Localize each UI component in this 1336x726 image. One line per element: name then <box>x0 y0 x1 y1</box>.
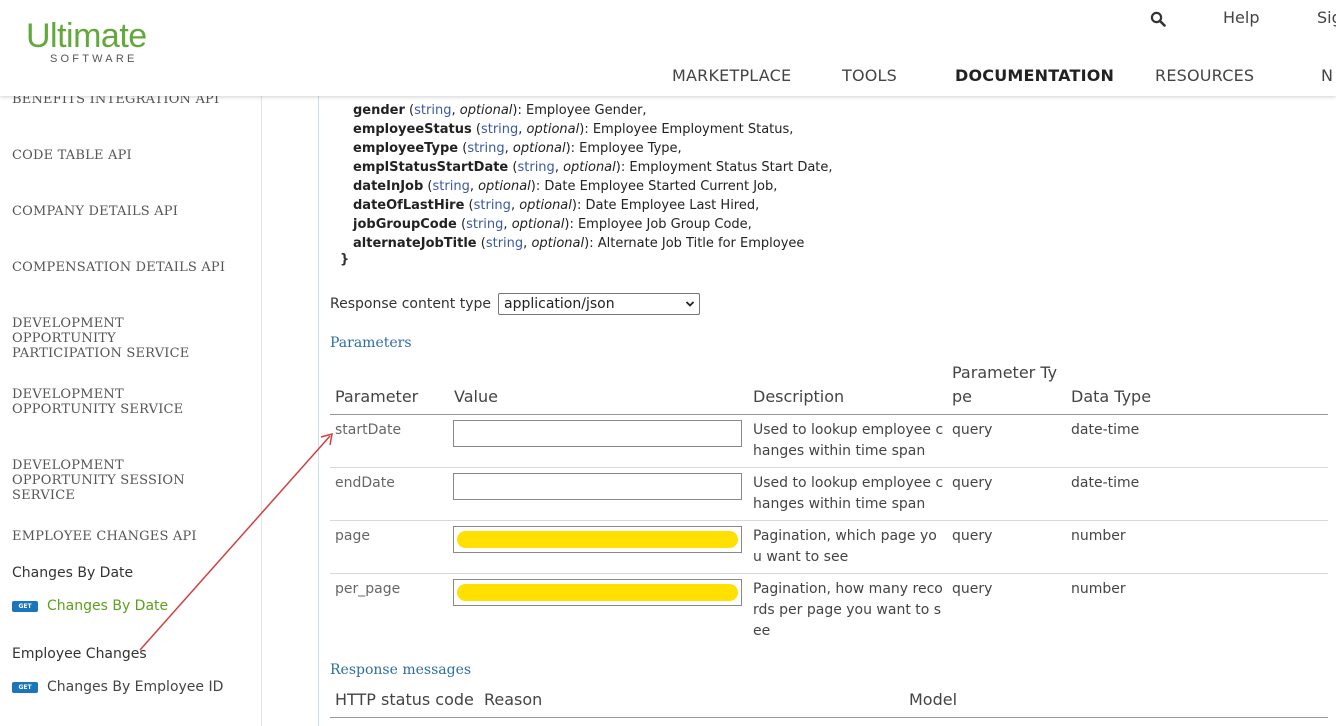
sidebar-subgroup-changes-by-date[interactable]: Changes By Date <box>12 565 133 581</box>
get-method-badge: GET <box>12 600 38 612</box>
model-field: dateOfLastHire (string, optional): Date … <box>353 198 760 213</box>
nav-tools[interactable]: TOOLS <box>842 66 897 85</box>
startdate-input[interactable] <box>453 420 742 447</box>
logo-subtitle: SOFTWARE <box>50 53 138 65</box>
param-type: query <box>952 475 993 491</box>
param-desc: Pagination, how many records per page yo… <box>753 581 943 639</box>
param-type: query <box>952 581 993 597</box>
model-closing-brace: } <box>340 252 350 267</box>
param-data-type: number <box>1071 528 1126 544</box>
model-field: employeeStatus (string, optional): Emplo… <box>353 122 794 137</box>
model-field: dateInJob (string, optional): Date Emplo… <box>353 179 778 194</box>
response-header-divider <box>330 717 1328 718</box>
chevron-down-icon <box>685 301 695 307</box>
ultimate-software-logo[interactable]: Ultimate SOFTWARE <box>26 17 147 65</box>
sidebar-op-label: Changes By Employee ID <box>47 679 224 695</box>
col-value: Value <box>454 387 498 406</box>
param-desc: Pagination, which page you want to see <box>753 528 937 565</box>
content-left-border <box>318 96 319 726</box>
sidebar: BENEFITS INTEGRATION API CODE TABLE API … <box>0 0 262 726</box>
help-link[interactable]: Help <box>1223 8 1259 27</box>
redaction-highlight <box>457 584 738 601</box>
sidebar-op-changes-by-date[interactable]: GET Changes By Date <box>12 598 168 614</box>
param-name-enddate: endDate <box>335 475 395 491</box>
col-parameter: Parameter <box>335 387 419 406</box>
response-content-type-label: Response content type <box>330 296 492 312</box>
model-field: employeeType (string, optional): Employe… <box>353 141 682 156</box>
parameters-heading: Parameters <box>330 335 412 351</box>
sidebar-section-company-details[interactable]: COMPANY DETAILS API <box>12 204 178 219</box>
nav-marketplace[interactable]: MARKETPLACE <box>672 66 791 85</box>
nav-news[interactable]: N <box>1321 66 1333 85</box>
per-page-input[interactable] <box>453 579 742 606</box>
col-http-status-code: HTTP status code <box>335 690 474 709</box>
sidebar-section-employee-changes[interactable]: EMPLOYEE CHANGES API <box>12 529 197 544</box>
sign-in-link[interactable]: Sig <box>1317 8 1336 27</box>
row-divider <box>330 520 1328 521</box>
table-header-divider <box>330 414 1328 415</box>
sidebar-op-label: Changes By Date <box>47 598 169 614</box>
response-messages-heading: Response messages <box>330 662 472 678</box>
get-method-badge: GET <box>12 681 38 693</box>
col-reason: Reason <box>484 690 543 709</box>
redaction-highlight <box>457 531 738 548</box>
search-icon[interactable] <box>1150 11 1166 27</box>
model-field: emplStatusStartDate (string, optional): … <box>353 160 833 175</box>
nav-documentation[interactable]: DOCUMENTATION <box>955 66 1114 85</box>
col-parameter-type: Parameter Ty pe <box>952 363 1058 406</box>
sidebar-section-code-table[interactable]: CODE TABLE API <box>12 148 132 163</box>
param-name-page: page <box>335 528 370 544</box>
nav-resources[interactable]: RESOURCES <box>1155 66 1254 85</box>
sidebar-subgroup-employee-changes[interactable]: Employee Changes <box>12 646 147 662</box>
enddate-input[interactable] <box>453 473 742 500</box>
sidebar-op-changes-by-employee-id[interactable]: GET Changes By Employee ID <box>12 679 223 695</box>
param-name-per-page: per_page <box>335 581 401 597</box>
param-type: query <box>952 528 993 544</box>
sidebar-section-dev-opp-service[interactable]: DEVELOPMENT OPPORTUNITY SERVICE <box>12 387 227 417</box>
col-model: Model <box>909 690 958 709</box>
col-description: Description <box>753 387 845 406</box>
param-desc: Used to lookup employee changes within t… <box>753 422 944 459</box>
model-field: jobGroupCode (string, optional): Employe… <box>353 217 752 232</box>
row-divider <box>330 573 1328 574</box>
select-value: application/json <box>504 296 615 312</box>
model-field: alternateJobTitle (string, optional): Al… <box>353 236 805 251</box>
param-data-type: number <box>1071 581 1126 597</box>
response-content-type-select[interactable]: application/json <box>498 293 700 315</box>
sidebar-section-compensation-details[interactable]: COMPENSATION DETAILS API <box>12 260 225 275</box>
param-type: query <box>952 422 993 438</box>
param-name-startdate: startDate <box>335 422 402 438</box>
param-data-type: date-time <box>1071 475 1140 491</box>
param-desc: Used to lookup employee changes within t… <box>753 475 944 512</box>
sidebar-section-dev-opp-participation[interactable]: DEVELOPMENT OPPORTUNITY PARTICIPATION SE… <box>12 316 227 361</box>
param-data-type: date-time <box>1071 422 1140 438</box>
model-field: gender (string, optional): Employee Gend… <box>353 103 647 118</box>
logo-wordmark: Ultimate <box>26 17 147 55</box>
sidebar-section-dev-opp-session[interactable]: DEVELOPMENT OPPORTUNITY SESSION SERVICE <box>12 458 227 503</box>
row-divider <box>330 467 1328 468</box>
page-input[interactable] <box>453 526 742 553</box>
col-data-type: Data Type <box>1071 387 1152 406</box>
top-header: Ultimate SOFTWARE Help Sig MARKETPLACE T… <box>0 0 1336 96</box>
